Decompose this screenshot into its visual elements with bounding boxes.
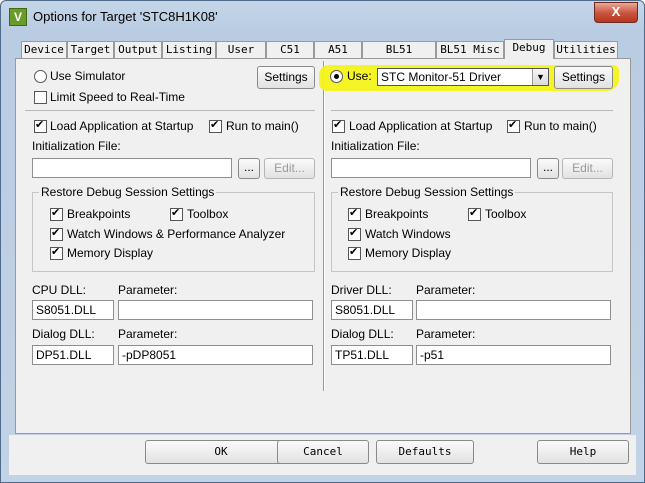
limit-speed-checkbox[interactable] — [34, 91, 47, 104]
left-watch-checkbox[interactable] — [50, 227, 63, 241]
tab-utilities[interactable]: Utilities — [554, 41, 618, 58]
driver-param-input[interactable] — [416, 300, 611, 320]
left-restore-title: Restore Debug Session Settings — [39, 185, 217, 199]
chevron-down-icon[interactable]: ▼ — [532, 69, 548, 85]
left-toolbox-label: Toolbox — [187, 207, 229, 221]
tab-c51[interactable]: C51 — [266, 41, 314, 58]
right-init-file-input[interactable] — [331, 158, 531, 178]
tab-a51[interactable]: A51 — [314, 41, 362, 58]
simulator-settings-button[interactable]: Settings — [257, 66, 315, 89]
tab-output[interactable]: Output — [114, 41, 162, 58]
right-toolbox-checkbox[interactable] — [468, 207, 481, 221]
right-watch-checkbox[interactable] — [348, 227, 361, 241]
right-breakpoints-checkbox[interactable] — [348, 207, 361, 221]
tab-device[interactable]: Device — [21, 41, 67, 58]
right-toolbox-label: Toolbox — [485, 207, 527, 221]
tab-bl51-misc[interactable]: BL51 Misc — [436, 41, 504, 58]
window-title: Options for Target 'STC8H1K08' — [33, 9, 218, 24]
driver-param-label: Parameter: — [416, 283, 476, 297]
right-memory-checkbox[interactable] — [348, 246, 361, 260]
right-dialog-param-label: Parameter: — [416, 327, 476, 341]
left-init-file-input[interactable] — [32, 158, 232, 178]
left-run-to-main-label: Run to main() — [226, 119, 299, 133]
left-run-to-main-checkbox[interactable] — [209, 119, 222, 133]
left-dialog-dll-label: Dialog DLL: — [32, 327, 95, 341]
right-divider — [331, 110, 613, 111]
options-dialog: V Options for Target 'STC8H1K08' X Devic… — [0, 0, 645, 483]
left-dialog-dll-input[interactable]: DP51.DLL — [32, 345, 114, 365]
driver-settings-button[interactable]: Settings — [554, 66, 613, 89]
help-button[interactable]: Help — [537, 440, 629, 464]
right-load-app-checkbox[interactable] — [332, 119, 345, 133]
left-watch-label: Watch Windows & Performance Analyzer — [67, 227, 286, 241]
right-run-to-main-label: Run to main() — [524, 119, 597, 133]
left-load-app-checkbox[interactable] — [34, 119, 47, 133]
left-init-file-label: Initialization File: — [32, 139, 121, 153]
right-breakpoints-label: Breakpoints — [365, 207, 429, 221]
left-memory-label: Memory Display — [67, 246, 154, 260]
right-memory-label: Memory Display — [365, 246, 452, 260]
right-load-app-label: Load Application at Startup — [349, 119, 493, 133]
right-browse-button[interactable]: ... — [537, 158, 559, 179]
left-toolbox-checkbox[interactable] — [170, 207, 183, 221]
left-load-app-label: Load Application at Startup — [50, 119, 194, 133]
column-separator-highlight — [324, 61, 325, 391]
use-simulator-radio[interactable] — [34, 70, 47, 83]
right-run-to-main-checkbox[interactable] — [507, 119, 520, 133]
right-dialog-dll-label: Dialog DLL: — [331, 327, 394, 341]
right-init-file-label: Initialization File: — [331, 139, 420, 153]
use-driver-radio[interactable] — [330, 70, 343, 83]
cpu-dll-label: CPU DLL: — [32, 283, 87, 297]
cpu-dll-input[interactable]: S8051.DLL — [32, 300, 114, 320]
right-edit-button[interactable]: Edit... — [562, 158, 613, 179]
left-breakpoints-checkbox[interactable] — [50, 207, 63, 221]
tab-bl51-locate[interactable]: BL51 Locate — [362, 41, 436, 72]
close-button[interactable]: X — [594, 2, 638, 23]
right-restore-title: Restore Debug Session Settings — [338, 185, 516, 199]
use-label: Use: — [347, 69, 372, 83]
tab-debug[interactable]: Debug — [504, 39, 554, 59]
defaults-button[interactable]: Defaults — [376, 440, 474, 464]
right-dialog-param-input[interactable]: -p51 — [416, 345, 611, 365]
cpu-param-input[interactable] — [118, 300, 313, 320]
driver-select[interactable]: STC Monitor-51 Driver ▼ — [377, 68, 549, 86]
cancel-button[interactable]: Cancel — [277, 440, 369, 464]
left-dialog-param-input[interactable]: -pDP8051 — [118, 345, 313, 365]
tab-listing[interactable]: Listing — [162, 41, 216, 58]
left-browse-button[interactable]: ... — [238, 158, 260, 179]
limit-speed-label: Limit Speed to Real-Time — [50, 90, 185, 104]
driver-dll-label: Driver DLL: — [331, 283, 392, 297]
left-memory-checkbox[interactable] — [50, 246, 63, 260]
driver-dll-input[interactable]: S8051.DLL — [331, 300, 413, 320]
ok-button[interactable]: OK — [145, 440, 297, 464]
left-breakpoints-label: Breakpoints — [67, 207, 131, 221]
right-dialog-dll-input[interactable]: TP51.DLL — [331, 345, 413, 365]
left-dialog-param-label: Parameter: — [118, 327, 178, 341]
driver-select-value: STC Monitor-51 Driver — [381, 70, 502, 84]
use-simulator-label: Use Simulator — [50, 69, 126, 83]
title-bar: V Options for Target 'STC8H1K08' X — [1, 1, 644, 33]
tab-target[interactable]: Target — [67, 41, 114, 58]
left-divider — [25, 110, 315, 111]
cpu-param-label: Parameter: — [118, 283, 178, 297]
tab-user[interactable]: User — [216, 41, 266, 58]
keil-app-icon: V — [9, 8, 27, 26]
left-edit-button[interactable]: Edit... — [264, 158, 315, 179]
right-watch-label: Watch Windows — [365, 227, 451, 241]
